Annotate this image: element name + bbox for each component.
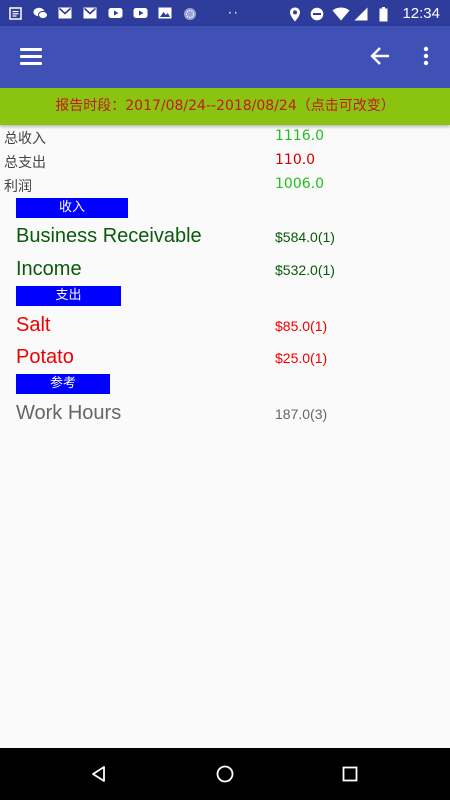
youtube-icon (133, 7, 148, 20)
report-period-banner[interactable]: 报告时段：2017/08/24--2018/08/24（点击可改变） (0, 88, 450, 125)
total-income-label: 总收入 (4, 131, 46, 147)
app-screen: ·· 12:34 报告时段：2017/08/24--2018/08/24（点击可… (0, 0, 450, 800)
notification-icons: ·· (8, 6, 240, 20)
entry-name: Income (16, 258, 82, 280)
menu-icon[interactable] (20, 47, 42, 65)
back-arrow-icon[interactable] (369, 45, 391, 67)
clock: 12:34 (402, 4, 440, 22)
income-section-header: 收入 (16, 198, 128, 218)
more-notifications-indicator: ·· (228, 6, 240, 20)
entry-name: Potato (16, 346, 74, 368)
sync-icon (183, 7, 197, 20)
do-not-disturb-icon (310, 7, 324, 20)
app-bar (0, 26, 450, 88)
entry-amount: $584.0(1) (275, 229, 335, 245)
battery-icon (376, 6, 390, 21)
list-item[interactable]: Potato $25.0(1) (0, 342, 450, 374)
summary-profit-row: 利润 1006.0 (0, 174, 450, 198)
back-triangle-icon[interactable] (89, 764, 109, 784)
list-item[interactable]: Income $532.0(1) (0, 254, 450, 286)
entry-amount: $25.0(1) (275, 350, 328, 366)
entry-name: Work Hours (16, 402, 122, 424)
list-item[interactable]: Work Hours 187.0(3) (0, 398, 450, 430)
profit-value: 1006.0 (275, 176, 324, 192)
summary-expense-row: 总支出 110.0 (0, 150, 450, 174)
notes-icon (8, 6, 22, 20)
total-income-value: 1116.0 (275, 128, 324, 144)
total-expense-label: 总支出 (4, 155, 46, 171)
navigation-bar (0, 748, 450, 800)
gmail-icon (83, 7, 97, 20)
recents-square-icon[interactable] (340, 764, 360, 784)
reference-section-header: 参考 (16, 374, 110, 394)
signal-icon (354, 7, 368, 20)
gmail-icon (58, 7, 72, 20)
list-item[interactable]: Business Receivable $584.0(1) (0, 221, 450, 253)
wifi-icon (332, 7, 350, 20)
entry-name: Business Receivable (16, 225, 202, 247)
location-icon (288, 7, 302, 21)
profit-label: 利润 (4, 179, 32, 195)
youtube-icon (108, 7, 123, 20)
status-bar: ·· 12:34 (0, 0, 450, 26)
home-circle-icon[interactable] (215, 764, 235, 784)
entry-amount: $532.0(1) (275, 262, 335, 278)
system-icons: 12:34 (288, 5, 440, 22)
entry-name: Salt (16, 314, 51, 336)
list-item[interactable]: Salt $85.0(1) (0, 310, 450, 342)
total-expense-value: 110.0 (275, 152, 316, 168)
summary-income-row: 总收入 1116.0 (0, 126, 450, 150)
overflow-menu-icon[interactable] (418, 45, 434, 67)
entry-amount: $85.0(1) (275, 318, 328, 334)
photo-icon (158, 7, 172, 20)
expense-section-header: 支出 (16, 286, 121, 306)
entry-amount: 187.0(3) (275, 406, 328, 422)
wechat-icon (33, 7, 48, 20)
